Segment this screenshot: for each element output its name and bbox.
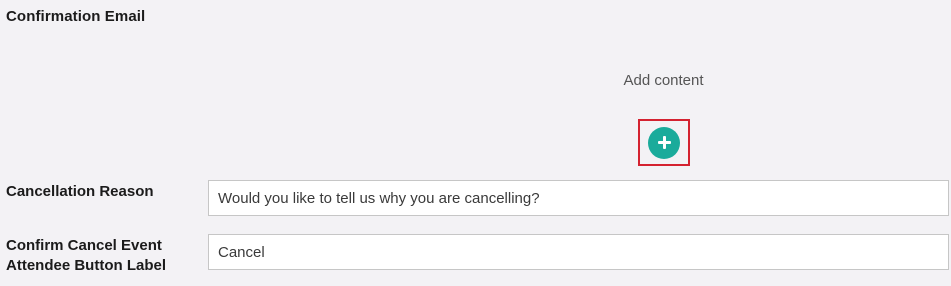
cancellation-reason-label: Cancellation Reason	[6, 183, 154, 200]
confirm-cancel-button-label-input[interactable]	[208, 234, 949, 270]
add-content-highlight	[638, 119, 690, 166]
confirmation-email-title: Confirmation Email	[6, 8, 146, 25]
add-content-button[interactable]	[648, 126, 680, 159]
cancellation-reason-input[interactable]	[208, 180, 949, 216]
confirm-cancel-button-label: Confirm Cancel Event Attendee Button Lab…	[6, 237, 166, 274]
plus-icon	[657, 136, 671, 149]
add-content-label: Add content	[623, 72, 704, 89]
